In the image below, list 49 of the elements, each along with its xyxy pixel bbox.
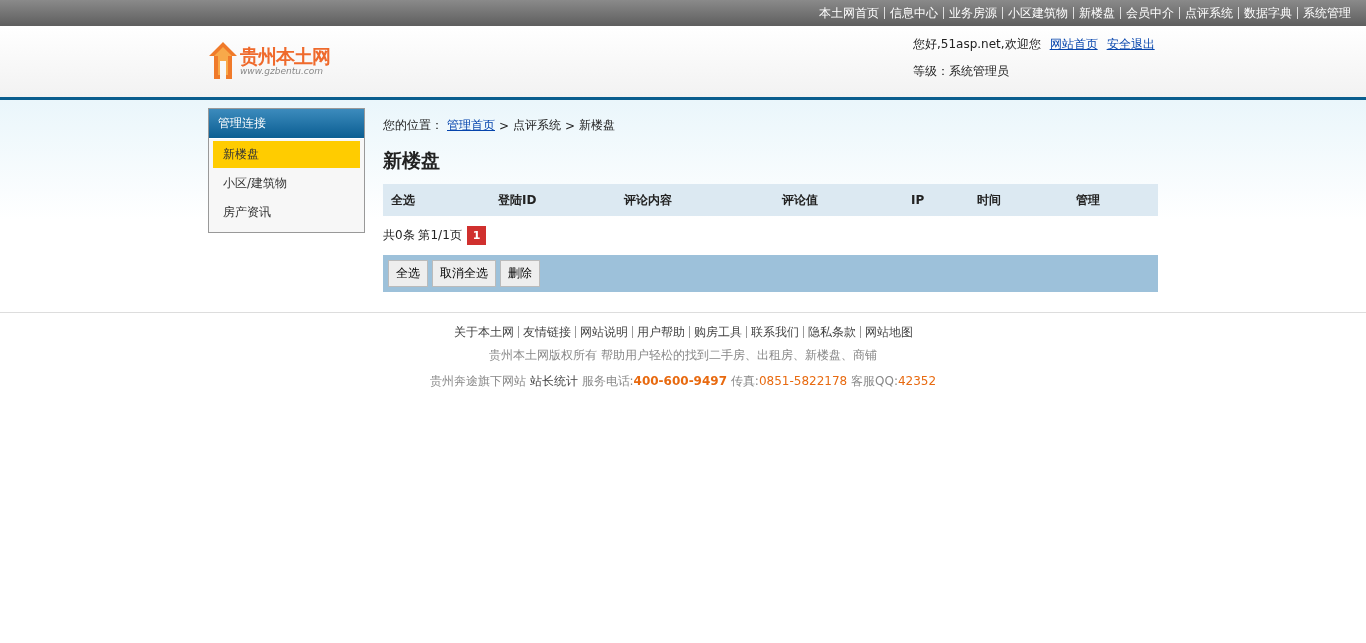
breadcrumb-separator: > (499, 118, 510, 133)
top-nav-link[interactable]: 小区建筑物 (1002, 7, 1073, 19)
column-header: 评论内容 (624, 191, 673, 209)
breadcrumb-item: 点评系统 (513, 117, 562, 134)
footer-link[interactable]: 联系我们 (745, 326, 803, 338)
footer-link[interactable]: 购房工具 (688, 326, 746, 338)
breadcrumb-link[interactable]: 管理首页 (447, 117, 495, 134)
column-header: 管理 (1076, 191, 1101, 209)
header-link[interactable]: 网站首页 (1049, 36, 1098, 53)
top-nav-link[interactable]: 数据字典 (1238, 7, 1297, 19)
contact-text: 贵州奔途旗下网站 站长统计 服务电话:400-600-9497 传真:0851-5822178 客服QQ:42352 (429, 373, 937, 390)
column-header: 评论值 (782, 191, 819, 209)
pagination-summary: 共0条 第1/1页 (383, 227, 462, 244)
column-header: 登陆ID (498, 191, 538, 209)
greeting-text: 您好,51asp.net,欢迎您 (913, 36, 1041, 53)
footer-link[interactable]: 用户帮助 (631, 326, 689, 338)
top-nav-link[interactable]: 点评系统 (1179, 7, 1238, 19)
action-button[interactable]: 取消全选 (432, 260, 496, 287)
header-link[interactable]: 安全退出 (1106, 36, 1155, 53)
top-nav-link[interactable]: 信息中心 (884, 7, 943, 19)
footer-link[interactable]: 网站说明 (574, 326, 632, 338)
column-header: 全选 (391, 191, 416, 209)
logo-url: www.gzbentu.com (240, 66, 325, 76)
house-logo-icon (208, 41, 238, 81)
top-nav-link[interactable]: 本土网首页 (814, 7, 884, 19)
user-level-text: 等级：系统管理员 (913, 63, 1010, 80)
page-title: 新楼盘 (383, 148, 441, 173)
column-header: 时间 (977, 191, 1002, 209)
top-nav-link[interactable]: 会员中介 (1120, 7, 1179, 19)
copyright-text: 贵州本土网版权所有 帮助用户轻松的找到二手房、出租房、新楼盘、商铺 (489, 347, 877, 364)
sidebar-item[interactable]: 新楼盘 (213, 141, 360, 168)
action-button[interactable]: 删除 (500, 260, 540, 287)
sidebar-title: 管理连接 (209, 109, 364, 139)
sidebar-item[interactable]: 小区/建筑物 (213, 170, 360, 197)
footer-link[interactable]: 友情链接 (517, 326, 575, 338)
footer-link[interactable]: 隐私条款 (802, 326, 860, 338)
top-nav-link[interactable]: 业务房源 (943, 7, 1002, 19)
action-button[interactable]: 全选 (388, 260, 428, 287)
sidebar-item[interactable]: 房产资讯 (213, 199, 360, 226)
breadcrumb-separator: > (565, 118, 576, 133)
breadcrumb-item: 新楼盘 (579, 117, 616, 134)
breadcrumb-prefix: 您的位置： (383, 117, 443, 134)
top-nav-link[interactable]: 系统管理 (1297, 7, 1356, 19)
column-header: IP (911, 193, 926, 207)
page-button[interactable]: 1 (466, 226, 487, 245)
footer-link[interactable]: 关于本土网 (449, 326, 518, 338)
top-nav-link[interactable]: 新楼盘 (1073, 7, 1120, 19)
logo-name: 贵州本土网 (240, 46, 330, 66)
footer-link[interactable]: 网站地图 (859, 326, 917, 338)
